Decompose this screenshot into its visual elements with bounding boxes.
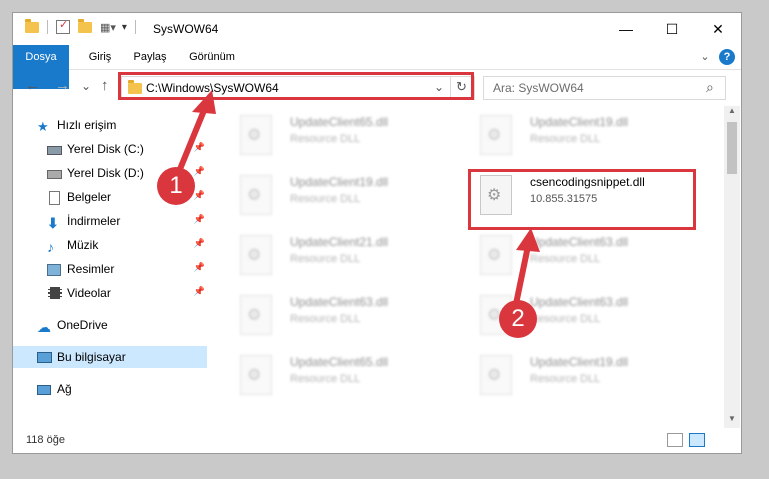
- arrow-1-shaft: [175, 106, 208, 176]
- arrow-2-head: [516, 228, 540, 252]
- arrow-1-head: [192, 90, 216, 114]
- callout-1: 1: [157, 167, 195, 205]
- callout-2: 2: [499, 300, 537, 338]
- callout-arrows: [175, 90, 540, 305]
- arrow-2-shaft: [513, 245, 531, 305]
